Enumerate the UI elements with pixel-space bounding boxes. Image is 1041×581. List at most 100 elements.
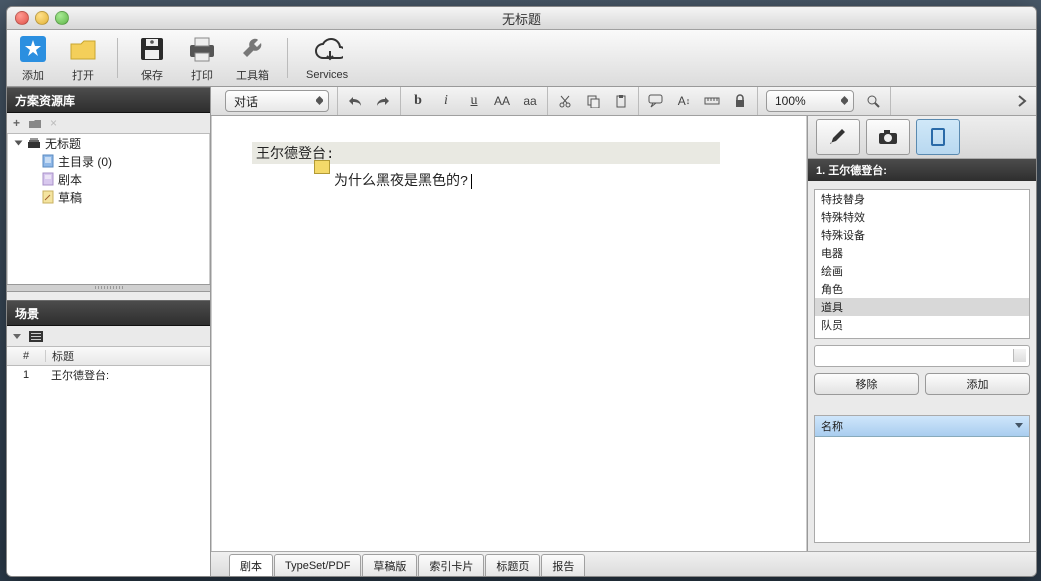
uppercase-button[interactable]: AA xyxy=(493,92,511,110)
folder-small-icon xyxy=(28,118,42,129)
list-item[interactable]: 绘画 xyxy=(815,262,1029,280)
printer-icon xyxy=(186,35,218,63)
tab-titlepage[interactable]: 标题页 xyxy=(485,554,540,576)
open-button[interactable]: 打开 xyxy=(67,33,99,83)
zoom-dropdown[interactable]: 100% xyxy=(766,90,854,112)
bold-button[interactable]: b xyxy=(409,92,427,110)
font-button[interactable]: A↕ xyxy=(675,92,693,110)
scissors-icon xyxy=(558,94,572,108)
tree-root[interactable]: 无标题 xyxy=(8,134,209,152)
script-editor[interactable]: 王尔德登台: 为什么黑夜是黑色的? xyxy=(211,116,807,551)
scene-table-header: # 标题 xyxy=(7,347,210,366)
script-page-icon xyxy=(42,172,54,186)
underline-button[interactable]: u xyxy=(465,92,483,110)
list-item[interactable]: 特殊特效 xyxy=(815,208,1029,226)
toolbar-separator xyxy=(117,38,118,78)
stack-icon xyxy=(27,137,41,149)
speech-bubble-icon xyxy=(648,94,664,108)
folder-icon xyxy=(68,35,98,63)
remove-button[interactable]: 移除 xyxy=(814,373,919,395)
window-title: 无标题 xyxy=(7,9,1036,28)
dialogue-line[interactable]: 为什么黑夜是黑色的? xyxy=(334,170,472,190)
draft-page-icon xyxy=(42,190,54,204)
main-toolbar: 添加 打开 保存 打印 工具箱 Services xyxy=(7,30,1036,87)
list-item[interactable]: 特技替身 xyxy=(815,190,1029,208)
format-toolbar: 对话 b i u AA aa xyxy=(211,87,1036,116)
cut-button[interactable] xyxy=(556,92,574,110)
scenes-panel-header: 场景 xyxy=(7,300,210,326)
undo-button[interactable] xyxy=(346,92,364,110)
delete-item-button[interactable]: × xyxy=(50,116,57,130)
list-item[interactable]: 队员 xyxy=(815,316,1029,334)
editor-area: 对话 b i u AA aa xyxy=(211,87,1036,576)
disclosure-triangle-icon[interactable] xyxy=(15,141,23,146)
scene-menu-button[interactable] xyxy=(13,334,21,339)
name-list-header[interactable]: 名称 xyxy=(815,416,1029,437)
star-plus-icon xyxy=(18,34,48,64)
services-button[interactable]: Services xyxy=(306,35,348,81)
ruler-button[interactable] xyxy=(703,92,721,110)
camera-icon xyxy=(877,128,899,146)
inspector-tab-media[interactable] xyxy=(866,119,910,155)
add-button[interactable]: 添加 xyxy=(925,373,1030,395)
list-small-icon xyxy=(29,331,43,342)
list-item[interactable]: 特殊设备 xyxy=(815,226,1029,244)
wrench-icon xyxy=(239,35,267,63)
new-folder-button[interactable] xyxy=(28,118,42,129)
paste-button[interactable] xyxy=(612,92,630,110)
category-combobox[interactable] xyxy=(814,345,1030,367)
tree-script[interactable]: 剧本 xyxy=(8,170,209,188)
list-item[interactable]: 电器 xyxy=(815,244,1029,262)
name-list[interactable]: 名称 xyxy=(814,415,1030,543)
text-cursor xyxy=(471,174,472,189)
titlebar: 无标题 xyxy=(7,7,1036,30)
library-panel-header: 方案资源库 xyxy=(7,87,210,113)
cloud-icon xyxy=(311,38,343,64)
category-list[interactable]: 特技替身 特殊特效 特殊设备 电器 绘画 角色 道具 队员 xyxy=(814,189,1030,339)
tab-index[interactable]: 索引卡片 xyxy=(418,554,484,576)
tree-draft[interactable]: 草稿 xyxy=(8,188,209,206)
scene-table[interactable]: # 标题 1 王尔德登台: xyxy=(7,347,210,576)
scene-row[interactable]: 1 王尔德登台: xyxy=(7,366,210,384)
add-item-button[interactable]: + xyxy=(13,116,20,130)
scene-col-title[interactable]: 标题 xyxy=(46,348,210,364)
panel-resize-handle[interactable] xyxy=(7,284,210,292)
tab-draft[interactable]: 草稿版 xyxy=(362,554,417,576)
inspector-header: 1. 王尔德登台: xyxy=(808,159,1036,181)
library-panel-toolbar: + × xyxy=(7,113,210,134)
lowercase-button[interactable]: aa xyxy=(521,92,539,110)
app-window: 无标题 添加 打开 保存 打印 工具箱 Services xyxy=(6,6,1037,577)
clipboard-icon xyxy=(614,94,628,108)
redo-icon xyxy=(375,94,391,108)
copy-button[interactable] xyxy=(584,92,602,110)
note-icon[interactable] xyxy=(314,160,330,174)
print-button[interactable]: 打印 xyxy=(186,33,218,83)
save-button[interactable]: 保存 xyxy=(136,33,168,83)
inspector-tabs xyxy=(808,116,1036,159)
floppy-icon xyxy=(139,36,165,62)
tab-report[interactable]: 报告 xyxy=(541,554,585,576)
add-button[interactable]: 添加 xyxy=(17,33,49,83)
inspector-panel: 1. 王尔德登台: 特技替身 特殊特效 特殊设备 电器 绘画 角色 道具 队员 xyxy=(807,116,1036,551)
italic-button[interactable]: i xyxy=(437,92,455,110)
inspector-tab-edit[interactable] xyxy=(816,119,860,155)
scenes-panel-toolbar xyxy=(7,326,210,347)
toolbox-button[interactable]: 工具箱 xyxy=(236,33,269,83)
scene-col-num[interactable]: # xyxy=(7,350,46,362)
scene-list-button[interactable] xyxy=(29,331,43,342)
tab-typeset[interactable]: TypeSet/PDF xyxy=(274,554,361,576)
copy-icon xyxy=(586,94,600,108)
element-type-dropdown[interactable]: 对话 xyxy=(225,90,329,112)
list-item[interactable]: 角色 xyxy=(815,280,1029,298)
lock-button[interactable] xyxy=(731,92,749,110)
expand-right-button[interactable] xyxy=(1014,93,1030,109)
inspector-tab-notes[interactable] xyxy=(916,119,960,155)
list-item[interactable]: 道具 xyxy=(815,298,1029,316)
project-tree[interactable]: 无标题 主目录 (0) 剧本 草稿 xyxy=(7,134,210,284)
tree-mainlist[interactable]: 主目录 (0) xyxy=(8,152,209,170)
page-tab-icon xyxy=(930,127,946,147)
tab-script[interactable]: 剧本 xyxy=(229,554,273,576)
redo-button[interactable] xyxy=(374,92,392,110)
comment-button[interactable] xyxy=(647,92,665,110)
zoom-fit-button[interactable] xyxy=(864,92,882,110)
